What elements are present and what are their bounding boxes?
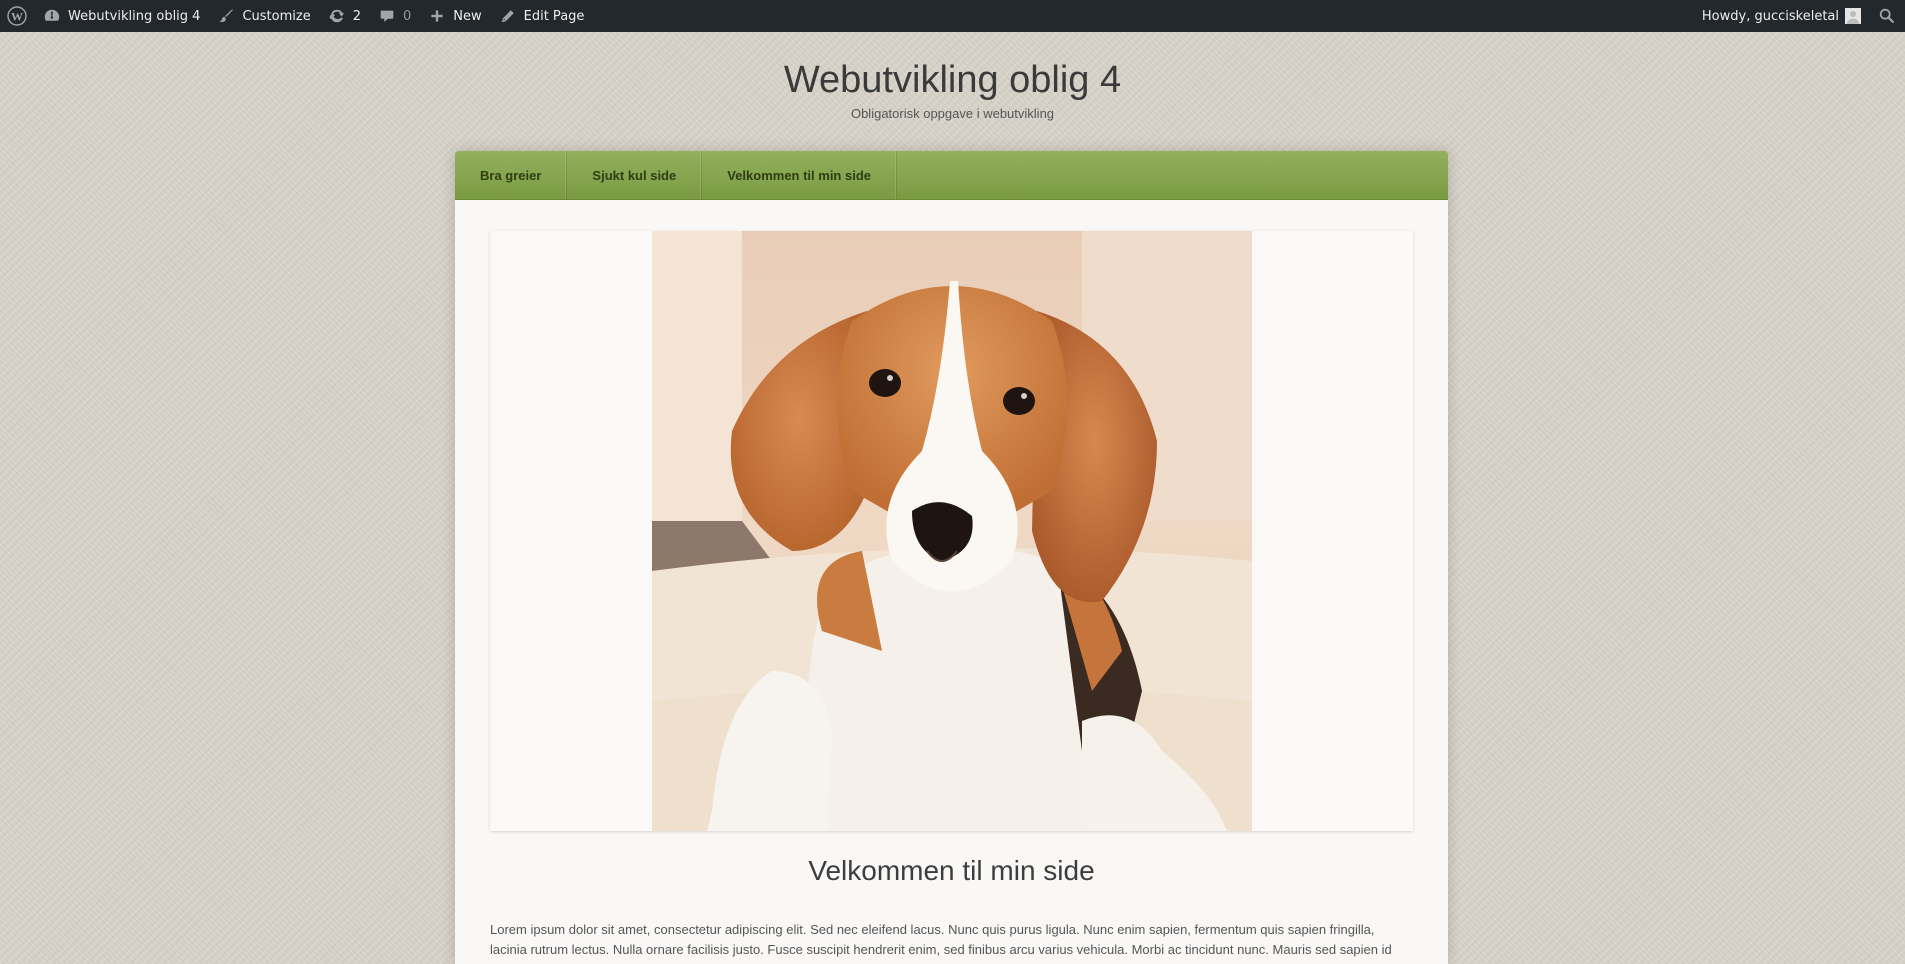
updates-icon bbox=[327, 6, 347, 26]
page-body-text: Lorem ipsum dolor sit amet, consectetur … bbox=[490, 922, 1392, 957]
admin-bar-secondary: Howdy, gucciskeletal bbox=[1694, 0, 1905, 32]
comments-count: 0 bbox=[402, 8, 412, 24]
customize-label: Customize bbox=[242, 8, 311, 24]
svg-text:W: W bbox=[11, 10, 23, 24]
search-toggle[interactable] bbox=[1869, 0, 1905, 32]
brush-icon bbox=[216, 6, 236, 26]
edit-page-link[interactable]: Edit Page bbox=[490, 0, 593, 32]
updates-count: 2 bbox=[352, 8, 361, 24]
avatar bbox=[1845, 8, 1861, 24]
new-content-menu[interactable]: New bbox=[419, 0, 489, 32]
nav-item-velkommen[interactable]: Velkommen til min side bbox=[702, 151, 898, 199]
page-title: Velkommen til min side bbox=[808, 855, 1095, 886]
site-name-label: Webutvikling oblig 4 bbox=[68, 8, 201, 24]
howdy-label: Howdy, gucciskeletal bbox=[1701, 8, 1839, 24]
search-icon bbox=[1877, 6, 1897, 26]
edit-page-label: Edit Page bbox=[523, 8, 585, 24]
dashboard-icon bbox=[42, 6, 62, 26]
nav-item-sjukt-kul-side[interactable]: Sjukt kul side bbox=[567, 151, 703, 199]
site-header: Webutvikling oblig 4 Obligatorisk oppgav… bbox=[0, 58, 1905, 121]
comment-icon bbox=[377, 6, 397, 26]
new-label: New bbox=[453, 8, 482, 24]
wp-logo-menu[interactable]: W bbox=[0, 0, 34, 32]
comments-link[interactable]: 0 bbox=[369, 0, 419, 32]
pencil-icon bbox=[498, 6, 518, 26]
admin-bar: W Webutvikling oblig 4 Customize 2 0 New… bbox=[0, 0, 1905, 32]
featured-image-frame bbox=[490, 231, 1413, 831]
plus-icon bbox=[427, 6, 447, 26]
updates-link[interactable]: 2 bbox=[319, 0, 369, 32]
nav-item-bra-greier[interactable]: Bra greier bbox=[455, 151, 568, 199]
my-account-menu[interactable]: Howdy, gucciskeletal bbox=[1694, 0, 1869, 32]
site-name-menu[interactable]: Webutvikling oblig 4 bbox=[34, 0, 208, 32]
wordpress-icon: W bbox=[7, 6, 27, 26]
customize-link[interactable]: Customize bbox=[208, 0, 318, 32]
featured-image bbox=[652, 231, 1252, 831]
site-title[interactable]: Webutvikling oblig 4 bbox=[0, 58, 1905, 102]
main-container: Bra greier Sjukt kul side Velkommen til … bbox=[455, 151, 1448, 964]
site-description: Obligatorisk oppgave i webutvikling bbox=[850, 106, 1055, 121]
primary-nav: Bra greier Sjukt kul side Velkommen til … bbox=[455, 151, 1448, 200]
